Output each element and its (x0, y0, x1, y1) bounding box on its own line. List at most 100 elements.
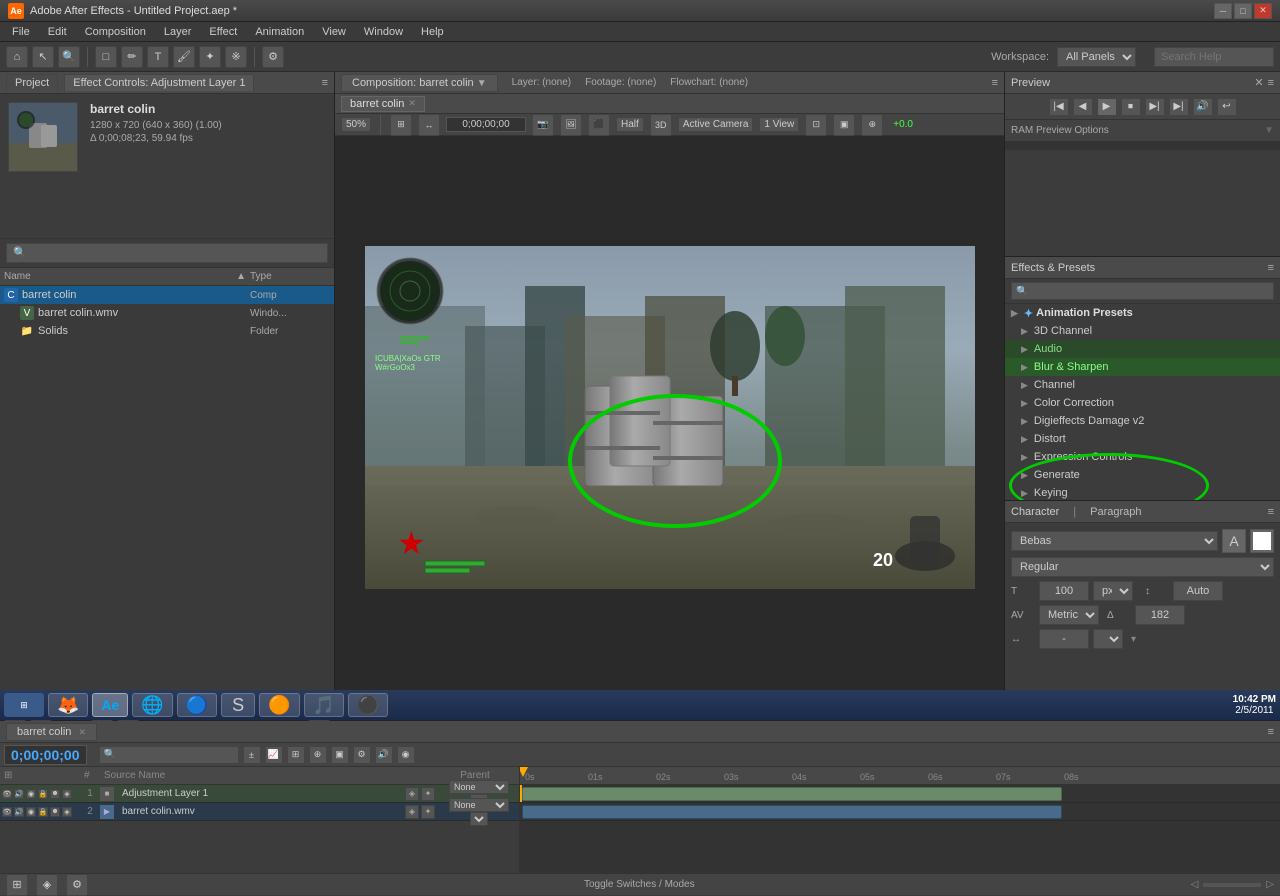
timecode-display[interactable]: 0;00;00;00 (446, 117, 526, 132)
last-frame-btn[interactable]: ▶| (1169, 98, 1189, 116)
extra-tool[interactable]: ⚙ (262, 46, 284, 68)
taskbar-app4[interactable]: 🟠 (259, 693, 299, 717)
lock-icon[interactable]: 🔒 (38, 807, 48, 817)
zoom-tool[interactable]: 🔍 (58, 46, 80, 68)
prev-frame-btn[interactable]: ◀ (1073, 98, 1093, 116)
workspace-dropdown[interactable]: All Panels (1057, 47, 1136, 67)
menu-window[interactable]: Window (356, 24, 411, 40)
taskbar-skype[interactable]: S (221, 693, 255, 717)
track-row-video[interactable] (520, 803, 1280, 821)
taskbar-ae[interactable]: Ae (92, 693, 128, 717)
menu-edit[interactable]: Edit (40, 24, 75, 40)
taskbar-firefox[interactable]: 🦊 (48, 693, 88, 717)
shy-icon[interactable]: ☻ (50, 789, 60, 799)
audio-icon[interactable]: 🔊 (14, 789, 24, 799)
paragraph-tab[interactable]: Paragraph (1090, 506, 1141, 518)
layer-name[interactable]: Adjustment Layer 1 (118, 788, 405, 799)
stop-btn[interactable]: ⏹ (1121, 98, 1141, 116)
kerning-select[interactable]: Metrics (1039, 605, 1099, 625)
show-snap-btn[interactable]: 🖼 (560, 114, 582, 136)
eye-icon[interactable]: 👁 (2, 789, 12, 799)
comp-move-btn[interactable]: ↔ (418, 114, 440, 136)
effects-audio[interactable]: ▶ Audio (1005, 340, 1280, 358)
menu-view[interactable]: View (314, 24, 354, 40)
taskbar-ie[interactable]: 🌐 (132, 693, 172, 717)
comp-viewport[interactable]: ICUBA|XaOs GTR W#rGoOx3 ★ 20 (335, 136, 1004, 698)
effects-generate[interactable]: ▶ Generate (1005, 466, 1280, 484)
snapshot-btn[interactable]: 📷 (532, 114, 554, 136)
resolution-dropdown[interactable]: Half (616, 117, 644, 132)
tl-audio-btn[interactable]: 🔊 (375, 746, 393, 764)
motion-blur-btn[interactable]: ◈ (405, 787, 419, 801)
collapse-icon[interactable]: ◈ (62, 789, 72, 799)
char-panel-menu[interactable]: ≡ (1268, 506, 1274, 518)
taskbar-itunes[interactable]: 🎵 (304, 693, 344, 717)
render-btn[interactable]: ▣ (833, 114, 855, 136)
effects-search-input[interactable] (1011, 282, 1274, 300)
zoom-value[interactable]: 50% (341, 117, 371, 132)
fx-btn2[interactable]: ✦ (421, 805, 435, 819)
minimize-button[interactable]: ─ (1214, 3, 1232, 19)
toggle-switches-modes[interactable]: Toggle Switches / Modes (96, 879, 1183, 890)
font-family-select[interactable]: Bebas (1011, 531, 1218, 551)
tl-bottom-btn2[interactable]: ◈ (36, 874, 58, 896)
comp-dropdown-icon[interactable]: ▼ (477, 78, 487, 89)
view-dropdown[interactable]: Active Camera (678, 117, 754, 132)
more-options-btn[interactable]: ⊡ (805, 114, 827, 136)
fx-btn[interactable]: ✦ (421, 787, 435, 801)
lock-icon[interactable]: 🔒 (38, 789, 48, 799)
tl-graph-btn[interactable]: 📈 (265, 746, 283, 764)
layer-name[interactable]: barret colin.wmv (118, 806, 405, 817)
timeline-tab-close[interactable]: ✕ (78, 727, 86, 737)
tl-comp-btn[interactable]: ▣ (331, 746, 349, 764)
collapse-icon[interactable]: ◈ (62, 807, 72, 817)
brush-tool[interactable]: 🖌 (173, 46, 195, 68)
effects-digieffects[interactable]: ▶ Digieffects Damage v2 (1005, 412, 1280, 430)
first-frame-btn[interactable]: |◀ (1049, 98, 1069, 116)
list-item[interactable]: C barret colin Comp (0, 286, 334, 304)
tl-zoom-bar[interactable] (1202, 882, 1262, 888)
motion-blur-btn2[interactable]: ◈ (405, 805, 419, 819)
scale-h-input[interactable] (1039, 629, 1089, 649)
menu-file[interactable]: File (4, 24, 38, 40)
start-button[interactable]: ⊞ (4, 693, 44, 717)
maximize-button[interactable]: □ (1234, 3, 1252, 19)
comp-active-tab[interactable]: barret colin ✕ (341, 96, 425, 112)
tl-zoom-in[interactable]: ▷ (1266, 879, 1274, 890)
menu-help[interactable]: Help (413, 24, 452, 40)
timeline-timecode[interactable]: 0;00;00;00 (4, 745, 87, 765)
font-size-unit[interactable]: px (1093, 581, 1133, 601)
effects-blur-sharpen[interactable]: ▶ Blur & Sharpen (1005, 358, 1280, 376)
adjustment-track-bar[interactable] (522, 787, 1062, 801)
loop-btn[interactable]: ↩ (1217, 98, 1237, 116)
transparency-btn[interactable]: ⬛ (588, 114, 610, 136)
menu-effect[interactable]: Effect (201, 24, 245, 40)
eye-icon[interactable]: 👁 (2, 807, 12, 817)
effects-distort[interactable]: ▶ Distort (1005, 430, 1280, 448)
font-style-select[interactable]: Regular (1011, 557, 1274, 577)
export-btn[interactable]: ⊕ (861, 114, 883, 136)
tracking-input[interactable] (1135, 605, 1185, 625)
comp-panel-menu-icon[interactable]: ≡ (992, 77, 998, 89)
tl-solo-btn[interactable]: ◉ (397, 746, 415, 764)
comp-tab[interactable]: Composition: barret colin ▼ (341, 74, 498, 92)
taskbar-app5[interactable]: ⚫ (348, 693, 388, 717)
shy-icon[interactable]: ☻ (50, 807, 60, 817)
tl-mode-btn[interactable]: ± (243, 746, 261, 764)
preview-panel-menu[interactable]: ✕ (1254, 76, 1263, 89)
effects-channel[interactable]: ▶ Channel (1005, 376, 1280, 394)
parent-select[interactable]: None (449, 780, 509, 794)
select-tool[interactable]: ↖ (32, 46, 54, 68)
effects-animation-presets[interactable]: ▶ ✦ Animation Presets (1005, 304, 1280, 322)
layout-dropdown[interactable]: 1 View (759, 117, 799, 132)
scale-unit[interactable]: px (1093, 629, 1123, 649)
ram-preview-options[interactable]: RAM Preview Options ▼ (1005, 120, 1280, 142)
preview-panel-expand[interactable]: ≡ (1268, 77, 1274, 89)
audio-icon[interactable]: 🔊 (14, 807, 24, 817)
3d-btn[interactable]: 3D (650, 114, 672, 136)
tl-zoom-out[interactable]: ◁ (1191, 879, 1199, 890)
solo-icon[interactable]: ◉ (26, 789, 36, 799)
menu-composition[interactable]: Composition (77, 24, 154, 40)
tl-bottom-btn3[interactable]: ⚙ (66, 874, 88, 896)
effect-controls-tab[interactable]: Effect Controls: Adjustment Layer 1 (64, 74, 254, 91)
